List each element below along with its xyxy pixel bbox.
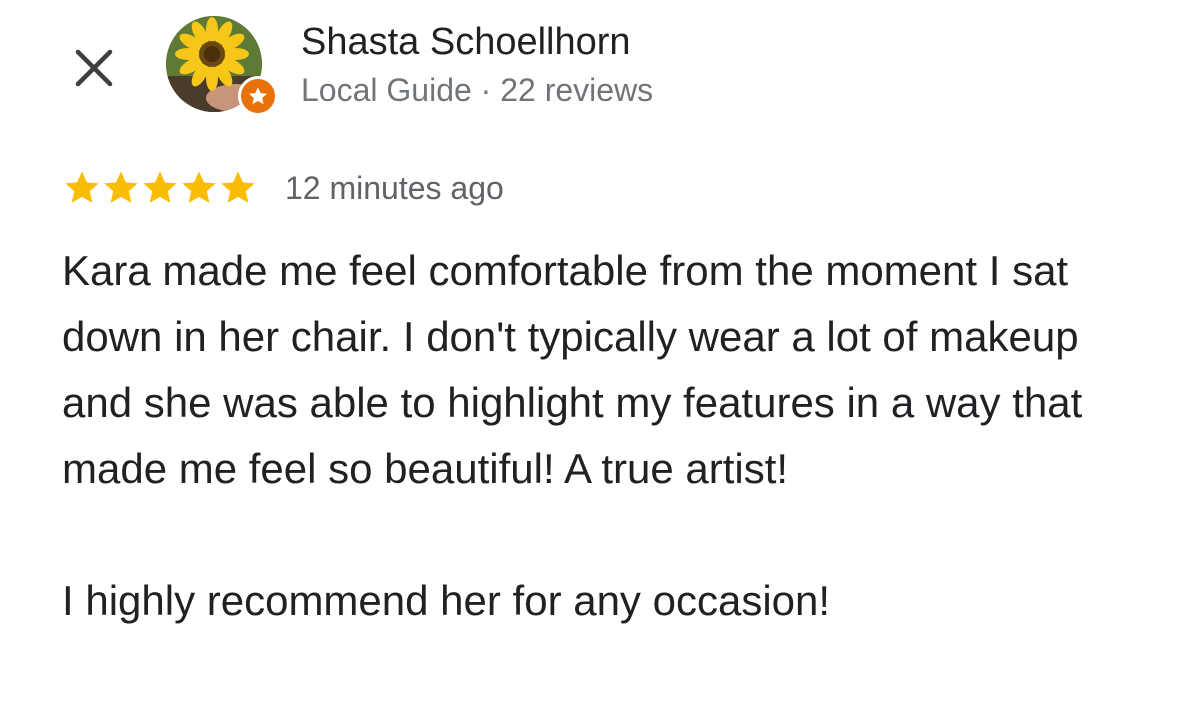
reviewer-meta: Local Guide · 22 reviews xyxy=(301,72,654,108)
star-icon xyxy=(143,171,177,203)
close-icon xyxy=(75,49,113,87)
rating-row: 12 minutes ago xyxy=(62,166,504,210)
star-icon xyxy=(249,87,267,105)
local-guide-badge xyxy=(238,76,278,116)
star-icon xyxy=(182,171,216,203)
close-button[interactable] xyxy=(62,36,126,100)
review-text: Kara made me feel comfortable from the m… xyxy=(62,238,1152,634)
reviewer-name[interactable]: Shasta Schoellhorn xyxy=(301,20,631,64)
star-icon xyxy=(221,171,255,203)
star-icon xyxy=(104,171,138,203)
star-icon xyxy=(65,171,99,203)
review-paragraph: I highly recommend her for any occasion! xyxy=(62,577,831,624)
reviewer-avatar[interactable] xyxy=(166,16,278,116)
review-paragraph: Kara made me feel comfortable from the m… xyxy=(62,247,1083,492)
star-rating xyxy=(62,168,257,208)
review-time: 12 minutes ago xyxy=(285,170,504,206)
